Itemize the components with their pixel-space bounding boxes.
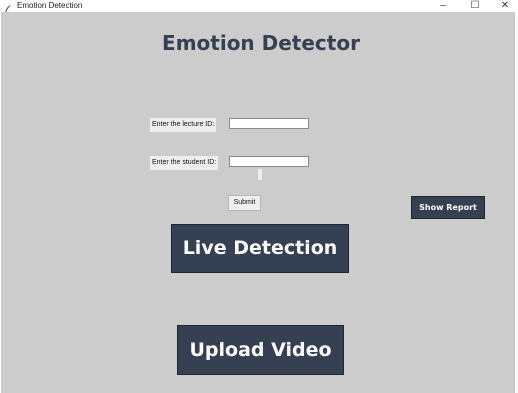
feather-icon — [4, 1, 12, 12]
live-detection-button[interactable]: Live Detection — [171, 224, 349, 273]
main-panel: Emotion Detector Enter the lecture ID: E… — [1, 12, 515, 393]
lecture-id-label: Enter the lecture ID: — [150, 118, 217, 132]
show-report-button[interactable]: Show Report — [411, 196, 485, 219]
submit-button[interactable]: Submit — [228, 195, 261, 211]
minimize-button[interactable]: – — [428, 0, 458, 12]
student-id-label: Enter the student ID: — [150, 156, 219, 170]
close-button[interactable]: ✕ — [490, 0, 518, 12]
student-id-input[interactable] — [229, 156, 309, 167]
maximize-button[interactable]: ☐ — [460, 0, 490, 12]
app-window: Emotion Detection – ☐ ✕ Emotion Detector… — [0, 0, 518, 393]
page-title: Emotion Detector — [162, 31, 360, 55]
lecture-id-input[interactable] — [229, 118, 309, 129]
title-bar[interactable]: Emotion Detection – ☐ ✕ — [0, 0, 518, 12]
separator — [258, 169, 262, 180]
upload-video-button[interactable]: Upload Video — [177, 325, 344, 375]
window-title: Emotion Detection — [17, 1, 83, 10]
